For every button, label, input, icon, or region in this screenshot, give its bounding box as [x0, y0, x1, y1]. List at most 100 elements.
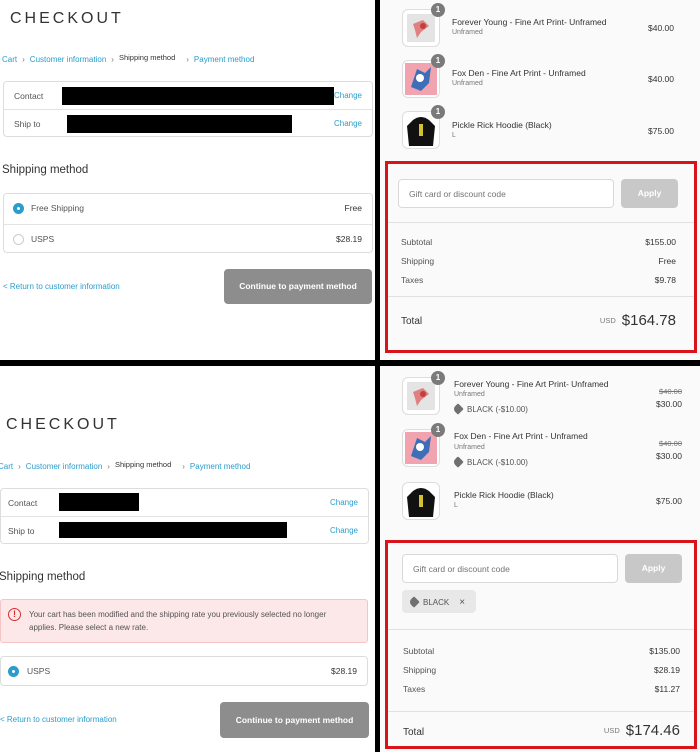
- shipping-options: Free Shipping Free USPS $28.19: [3, 193, 373, 253]
- change-address-link[interactable]: Change: [330, 526, 358, 535]
- taxes-label: Taxes: [401, 275, 424, 285]
- highlight-box: Gift card or discount code Apply BLACK × …: [385, 540, 697, 749]
- return-to-customer-info-link[interactable]: < Return to customer information: [3, 282, 120, 291]
- radio-selected-icon[interactable]: [8, 666, 19, 677]
- order-summary-after: 1 Forever Young - Fine Art Print- Unfram…: [380, 366, 700, 752]
- shipping-option-usps[interactable]: USPS $28.19: [4, 225, 372, 253]
- breadcrumb-customer-info[interactable]: Customer information: [30, 55, 106, 64]
- shipping-option-label: USPS: [27, 666, 51, 676]
- total-label: Total: [401, 316, 423, 327]
- taxes-value: $9.78: [654, 275, 676, 285]
- redacted-contact: [62, 87, 334, 105]
- change-contact-link[interactable]: Change: [330, 498, 358, 507]
- review-block: Contact Change Ship to Change: [3, 81, 373, 137]
- redacted-address: [67, 115, 292, 133]
- shipping-option-price: Free: [344, 203, 362, 213]
- chevron-right-icon: ›: [186, 55, 189, 64]
- taxes-value: $11.27: [654, 684, 680, 694]
- contact-label: Contact: [14, 91, 44, 101]
- redacted-address: [59, 522, 287, 538]
- discount-text: BLACK (-$10.00): [467, 458, 528, 467]
- product-price: $40.00: [648, 74, 674, 84]
- checkout-panel-after: CHECKOUT Cart › Customer information › Shipp…: [0, 366, 375, 752]
- product-thumbnail: 1: [402, 371, 445, 415]
- subtotal-label: Subtotal: [401, 237, 433, 247]
- product-variant: Unframed: [452, 80, 483, 87]
- tag-icon: [408, 596, 420, 608]
- shipping-method-heading: Shipping method: [2, 164, 89, 176]
- divider: [388, 222, 694, 223]
- continue-to-payment-button[interactable]: Continue to payment method: [220, 702, 369, 738]
- highlight-box: Gift card or discount code Apply Subtota…: [385, 161, 697, 353]
- chevron-right-icon: ›: [107, 462, 110, 471]
- product-name: Forever Young - Fine Art Print- Unframed: [452, 17, 607, 27]
- radio-unselected-icon[interactable]: [13, 234, 24, 245]
- quantity-badge: 1: [431, 423, 445, 437]
- breadcrumb-payment-method: Payment method: [193, 55, 255, 64]
- shipping-value: Free: [658, 256, 676, 266]
- apply-discount-button[interactable]: Apply: [621, 179, 678, 208]
- product-price: $30.00: [656, 451, 682, 461]
- ship-to-row: Ship to Change: [1, 517, 368, 545]
- tag-icon: [452, 403, 464, 415]
- error-icon: !: [8, 608, 21, 621]
- contact-row: Contact Change: [4, 82, 372, 110]
- quantity-badge: 1: [431, 54, 445, 68]
- product-price: $75.00: [656, 496, 682, 506]
- discount-line: BLACK (-$10.00): [452, 456, 528, 468]
- chevron-right-icon: ›: [111, 55, 114, 64]
- product-name: Fox Den - Fine Art Print - Unframed: [454, 431, 588, 441]
- product-thumbnail: 1: [402, 423, 445, 467]
- shipping-value: $28.19: [654, 665, 680, 675]
- applied-code: BLACK: [423, 598, 450, 607]
- checkout-logo: CHECKOUT: [10, 10, 124, 27]
- discount-code-input[interactable]: Gift card or discount code: [398, 179, 614, 208]
- breadcrumb-shipping-method: Shipping method: [118, 53, 176, 62]
- redacted-contact: [59, 493, 139, 511]
- currency-code: USD: [599, 316, 616, 325]
- chevron-right-icon: ›: [182, 462, 185, 471]
- product-thumbnail: 1: [402, 3, 445, 47]
- product-price: $75.00: [648, 126, 674, 136]
- shipping-options: USPS $28.19: [0, 656, 368, 686]
- change-contact-link[interactable]: Change: [334, 91, 362, 100]
- total-amount: USD $174.46: [604, 722, 680, 739]
- breadcrumb-cart[interactable]: Cart: [2, 55, 17, 64]
- continue-to-payment-button[interactable]: Continue to payment method: [224, 269, 372, 304]
- total-value: $174.46: [625, 722, 680, 739]
- apply-discount-button[interactable]: Apply: [625, 554, 682, 583]
- divider: [388, 629, 694, 630]
- product-variant: Unframed: [454, 391, 485, 398]
- alert-message: Your cart has been modified and the ship…: [29, 610, 327, 632]
- radio-selected-icon[interactable]: [13, 203, 24, 214]
- return-to-customer-info-link[interactable]: < Return to customer information: [0, 715, 117, 724]
- discount-line: BLACK (-$10.00): [452, 403, 528, 415]
- product-variant: L: [454, 502, 458, 509]
- quantity-badge: 1: [431, 3, 445, 17]
- remove-discount-icon[interactable]: ×: [459, 597, 465, 608]
- original-price: $40.00: [659, 387, 682, 396]
- shipping-option-usps[interactable]: USPS $28.19: [1, 657, 367, 685]
- breadcrumb: Cart › Customer information › Shipping metho…: [0, 460, 250, 471]
- ship-to-label: Ship to: [14, 119, 41, 129]
- breadcrumb-customer-info[interactable]: Customer information: [26, 462, 102, 471]
- product-thumbnail: 1: [402, 105, 445, 149]
- breadcrumb-cart[interactable]: Cart: [0, 462, 13, 471]
- product-name: Fox Den - Fine Art Print - Unframed: [452, 68, 586, 78]
- shipping-option-price: $28.19: [336, 234, 362, 244]
- total-value: $164.78: [621, 312, 676, 329]
- breadcrumb: Cart › Customer information › Shipping metho…: [2, 53, 254, 64]
- cart-modified-alert: ! Your cart has been modified and the sh…: [0, 599, 368, 643]
- product-name: Pickle Rick Hoodie (Black): [454, 490, 554, 500]
- divider: [388, 711, 694, 712]
- product-name: Pickle Rick Hoodie (Black): [452, 120, 552, 130]
- product-name: Forever Young - Fine Art Print- Unframed: [454, 379, 609, 389]
- shipping-option-price: $28.19: [331, 666, 357, 676]
- shipping-option-free[interactable]: Free Shipping Free: [4, 194, 372, 222]
- discount-code-input[interactable]: Gift card or discount code: [402, 554, 618, 583]
- tag-icon: [452, 456, 464, 468]
- divider: [388, 296, 694, 297]
- order-summary-before: 1 Forever Young - Fine Art Print- Unfram…: [380, 0, 700, 360]
- shipping-method-heading: Shipping method: [0, 571, 86, 583]
- change-address-link[interactable]: Change: [334, 119, 362, 128]
